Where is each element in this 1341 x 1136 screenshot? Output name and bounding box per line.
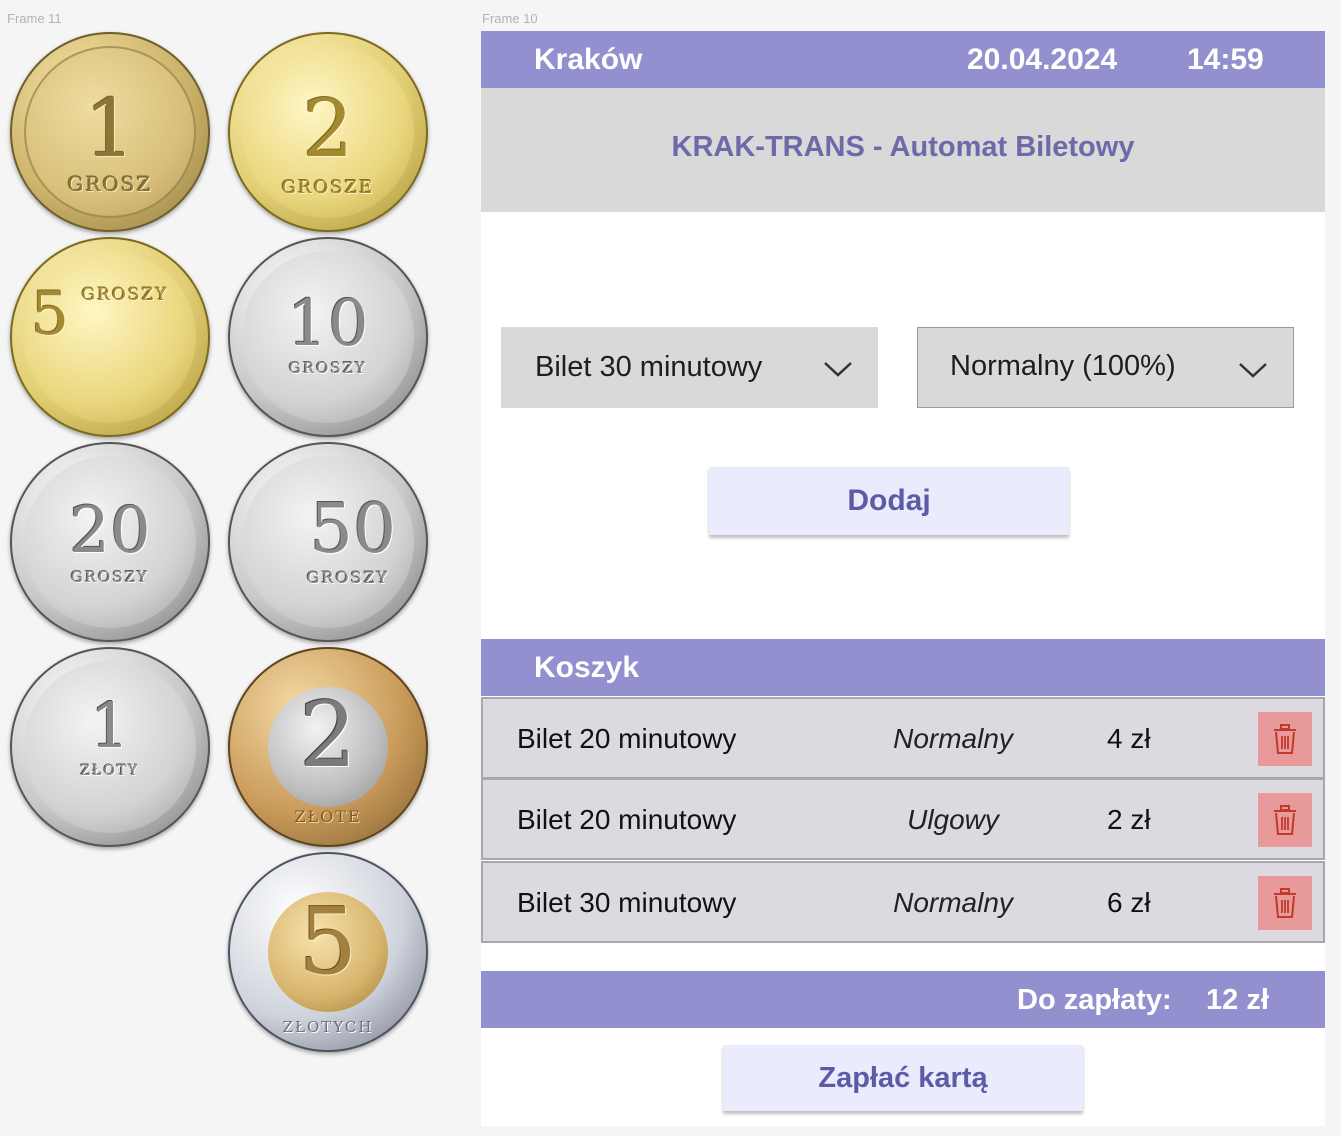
cart-item-price: 2 zł xyxy=(1107,804,1151,835)
trash-icon xyxy=(1274,888,1296,918)
add-button[interactable]: Dodaj xyxy=(709,467,1069,535)
trash-icon xyxy=(1274,724,1296,754)
coin-10-groszy[interactable]: 10 GROSZY xyxy=(228,237,428,437)
discount-value: Normalny (100%) xyxy=(950,350,1176,382)
page-title: KRAK-TRANS - Automat Biletowy xyxy=(671,131,1135,163)
coin-2-zlote[interactable]: 2 ZŁOTE xyxy=(228,647,428,847)
frame-label-kiosk: Frame 10 xyxy=(482,11,538,26)
coin-1-zloty[interactable]: 1 ZŁOTY xyxy=(10,647,210,847)
coin-50-groszy[interactable]: 50 GROSZY xyxy=(228,442,428,642)
coin-5-zlotych[interactable]: 5 ZŁOTYCH xyxy=(228,852,428,1052)
date-label: 20.04.2024 xyxy=(967,43,1118,76)
coin-20-groszy[interactable]: 20 GROSZY xyxy=(10,442,210,642)
coin-2-grosze[interactable]: 2 GROSZE xyxy=(228,32,428,232)
cart-item-price: 6 zł xyxy=(1107,887,1151,918)
ticket-type-value: Bilet 30 minutowy xyxy=(535,351,763,383)
cart-item-name: Bilet 30 minutowy xyxy=(517,887,737,918)
frame-label-coins: Frame 11 xyxy=(7,11,62,26)
discount-select[interactable]: Normalny (100%) xyxy=(917,327,1294,408)
delete-item-button[interactable] xyxy=(1258,876,1312,930)
cart-item: Bilet 20 minutowy Normalny 4 zł xyxy=(481,697,1325,779)
header-bar: Kraków 20.04.2024 14:59 xyxy=(481,31,1325,88)
city-label: Kraków xyxy=(534,43,643,76)
cart-item-type: Normalny xyxy=(893,723,1013,754)
cart-item-name: Bilet 20 minutowy xyxy=(517,804,737,835)
ticket-kiosk: Kraków 20.04.2024 14:59 KRAK-TRANS - Aut… xyxy=(481,31,1325,1126)
time-label: 14:59 xyxy=(1187,43,1264,76)
title-box: KRAK-TRANS - Automat Biletowy xyxy=(481,88,1325,212)
ticket-type-select[interactable]: Bilet 30 minutowy xyxy=(501,327,878,408)
cart-item-type: Ulgowy xyxy=(907,804,999,835)
delete-item-button[interactable] xyxy=(1258,712,1312,766)
chevron-down-icon xyxy=(824,362,852,377)
cart-item-type: Normalny xyxy=(893,887,1013,918)
cart-item: Bilet 20 minutowy Ulgowy 2 zł xyxy=(481,778,1325,860)
coin-5-groszy[interactable]: 5 GROSZY xyxy=(10,237,210,437)
pay-card-button[interactable]: Zapłać kartą xyxy=(723,1045,1083,1111)
delete-item-button[interactable] xyxy=(1258,793,1312,847)
coin-1-grosz[interactable]: 1 GROSZ xyxy=(10,32,210,232)
total-label: Do zapłaty: xyxy=(1017,984,1172,1016)
cart-title: Koszyk xyxy=(534,651,640,684)
trash-icon xyxy=(1274,805,1296,835)
total-value: 12 zł xyxy=(1206,984,1269,1016)
cart-item-name: Bilet 20 minutowy xyxy=(517,723,737,754)
cart-item-price: 4 zł xyxy=(1107,723,1151,754)
cart-item: Bilet 30 minutowy Normalny 6 zł xyxy=(481,861,1325,943)
cart-header: Koszyk xyxy=(481,639,1325,696)
chevron-down-icon xyxy=(1239,363,1267,378)
total-bar: Do zapłaty: 12 zł xyxy=(481,971,1325,1028)
